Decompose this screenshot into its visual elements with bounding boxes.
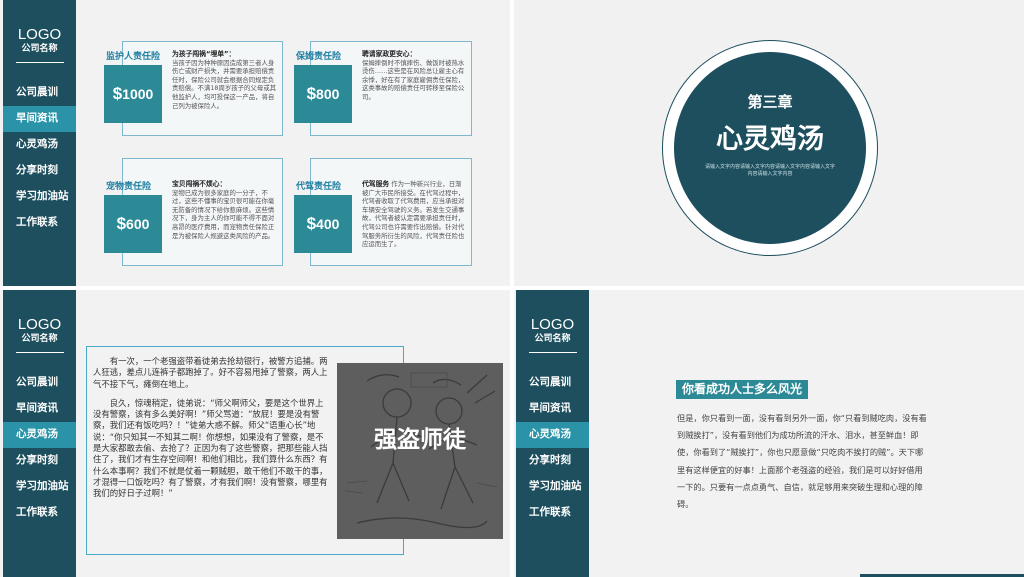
company-name: 公司名称 [21,44,58,54]
nav-item-contact[interactable]: 工作联系 [3,500,76,526]
currency-symbol: $ [112,84,123,103]
sidebar-nav: 公司晨训 早间资讯 心灵鸡汤 分享时刻 学习加油站 工作联系 [516,370,589,526]
logo-text: LOGO [530,316,575,333]
nav-item-morning-news[interactable]: 早间资讯 [3,396,76,422]
card-body: 宠物已成为很多家庭的一分子，不过，这些不懂事的宝贝很可能在你毫无防备的情况下给你… [172,188,275,240]
nav-item-sharing[interactable]: 分享时刻 [516,448,589,474]
logo-text: LOGO [17,316,62,333]
nav-item-morning-news[interactable]: 早间资讯 [516,396,589,422]
price-badge: $800 [294,65,352,123]
card-body: 作为一种新兴行业，日渐被广大市民所接受。在代驾过程中，代驾者收取了代驾费用，应当… [362,180,465,249]
sidebar: LOGO 公司名称 公司晨训 早间资讯 心灵鸡汤 分享时刻 学习加油站 工作联系 [516,290,589,577]
card-title: 代驾责任险 [296,182,342,192]
nav-item-morning-training[interactable]: 公司晨训 [516,370,589,396]
card-heading: 为孩子闯祸“埋单”： [172,50,236,58]
sidebar: LOGO 公司名称 公司晨训 早间资讯 心灵鸡汤 分享时刻 学习加油站 工作联系 [3,0,76,286]
price-badge: $600 [104,195,162,253]
nav-item-morning-news[interactable]: 早间资讯 [3,106,76,132]
nav-item-morning-training[interactable]: 公司晨训 [3,370,76,396]
section-heading: 你看成功人士多么风光 [676,380,809,399]
chapter-title: 心灵鸡汤 [716,124,824,155]
price-amount: 600 [126,216,150,232]
company-name: 公司名称 [534,334,571,344]
slide-chapter[interactable]: 第三章 心灵鸡汤 请输入文字内容请输入文字内容请输入文字内容请输入文字内容请输入… [514,0,1024,286]
sidebar: LOGO 公司名称 公司晨训 早间资讯 心灵鸡汤 分享时刻 学习加油站 工作联系 [3,290,76,577]
nav-item-sharing[interactable]: 分享时刻 [3,448,76,474]
card-heading: 聘请家政更安心： [362,50,417,58]
logo: LOGO 公司名称 [516,316,589,346]
card-text: 为孩子闯祸“埋单”： 当孩子因为种种原因造成第三者人身伤亡或财产损失，并需要承担… [172,50,278,110]
currency-symbol: $ [116,214,127,233]
nav-item-sharing[interactable]: 分享时刻 [3,158,76,184]
sidebar-nav: 公司晨训 早间资讯 心灵鸡汤 分享时刻 学习加油站 工作联系 [3,80,76,236]
company-name: 公司名称 [21,334,58,344]
card-body: 当孩子因为种种原因造成第三者人身伤亡或财产损失，并需要承担赔偿责任时，保险公司就… [172,58,276,110]
price-amount: 400 [316,216,340,232]
nav-item-learning[interactable]: 学习加油站 [3,474,76,500]
nav-item-learning[interactable]: 学习加油站 [516,474,589,500]
card-title: 监护人责任险 [106,52,161,62]
slide-insurance[interactable]: LOGO 公司名称 公司晨训 早间资讯 心灵鸡汤 分享时刻 学习加油站 工作联系… [0,0,510,286]
logo: LOGO 公司名称 [3,316,76,346]
chapter-number: 第三章 [747,93,793,111]
section-body: 但是，你只看到一面，没有看到另外一面，你“只看到贼吃肉，没有看到贼挨打”，没有看… [677,413,927,510]
card-body: 保姆摔倒时不慎摔伤、做饭时被热水烫伤……这些是在风险总让雇主心有余悸，好在有了家… [362,58,465,101]
slide-success[interactable]: LOGO 公司名称 公司晨训 早间资讯 心灵鸡汤 分享时刻 学习加油站 工作联系… [514,290,1024,577]
nav-item-contact[interactable]: 工作联系 [3,210,76,236]
slide-story[interactable]: LOGO 公司名称 公司晨训 早间资讯 心灵鸡汤 分享时刻 学习加油站 工作联系… [0,290,510,577]
price-amount: 800 [316,86,340,102]
logo-divider [529,352,577,353]
logo: LOGO 公司名称 [3,26,76,56]
card-heading: 宝贝闯祸不烦心： [172,180,227,188]
logo-divider [16,62,64,63]
card-text: 宝贝闯祸不烦心： 宠物已成为很多家庭的一分子，不过，这些不懂事的宝贝很可能在你毫… [172,180,278,240]
logo-divider [16,352,64,353]
logo-text: LOGO [17,26,62,43]
card-title: 宠物责任险 [106,182,152,192]
card-heading: 代驾服务 [362,180,390,188]
card-text: 聘请家政更安心： 保姆摔倒时不慎摔伤、做饭时被热水烫伤……这些是在风险总让雇主心… [362,50,466,102]
price-badge: $1000 [104,65,162,123]
currency-symbol: $ [306,214,317,233]
price-amount: 1000 [122,86,154,102]
nav-item-chicken-soup[interactable]: 心灵鸡汤 [3,132,76,158]
sidebar-nav: 公司晨训 早间资讯 心灵鸡汤 分享时刻 学习加油站 工作联系 [3,370,76,526]
story-caption: 强盗师徒 [374,427,466,453]
story-paragraph: 有一次，一个老强盗带着徒弟去抢劫银行，被警方追捕。两人狂逃，差点儿连裤子都跑掉了… [93,356,328,389]
story-text: 有一次，一个老强盗带着徒弟去抢劫银行，被警方追捕。两人狂逃，差点儿连裤子都跑掉了… [93,356,331,508]
price-badge: $400 [294,195,352,253]
nav-item-contact[interactable]: 工作联系 [516,500,589,526]
chapter-description: 请输入文字内容请输入文字内容请输入文字内容请输入文字内容请输入文字内容 [704,164,835,177]
story-paragraph: 良久，惊魂稍定，徒弟说：“师父啊师父，要是这个世界上没有警察，该有多么美好啊！”… [93,397,328,499]
currency-symbol: $ [306,84,317,103]
card-text: 代驾服务 作为一种新兴行业，日渐被广大市民所接受。在代驾过程中，代驾者收取了代驾… [362,180,466,249]
nav-item-chicken-soup[interactable]: 心灵鸡汤 [3,422,76,448]
nav-item-learning[interactable]: 学习加油站 [3,184,76,210]
nav-item-chicken-soup[interactable]: 心灵鸡汤 [516,422,589,448]
card-title: 保姆责任险 [296,52,342,62]
nav-item-morning-training[interactable]: 公司晨训 [3,80,76,106]
